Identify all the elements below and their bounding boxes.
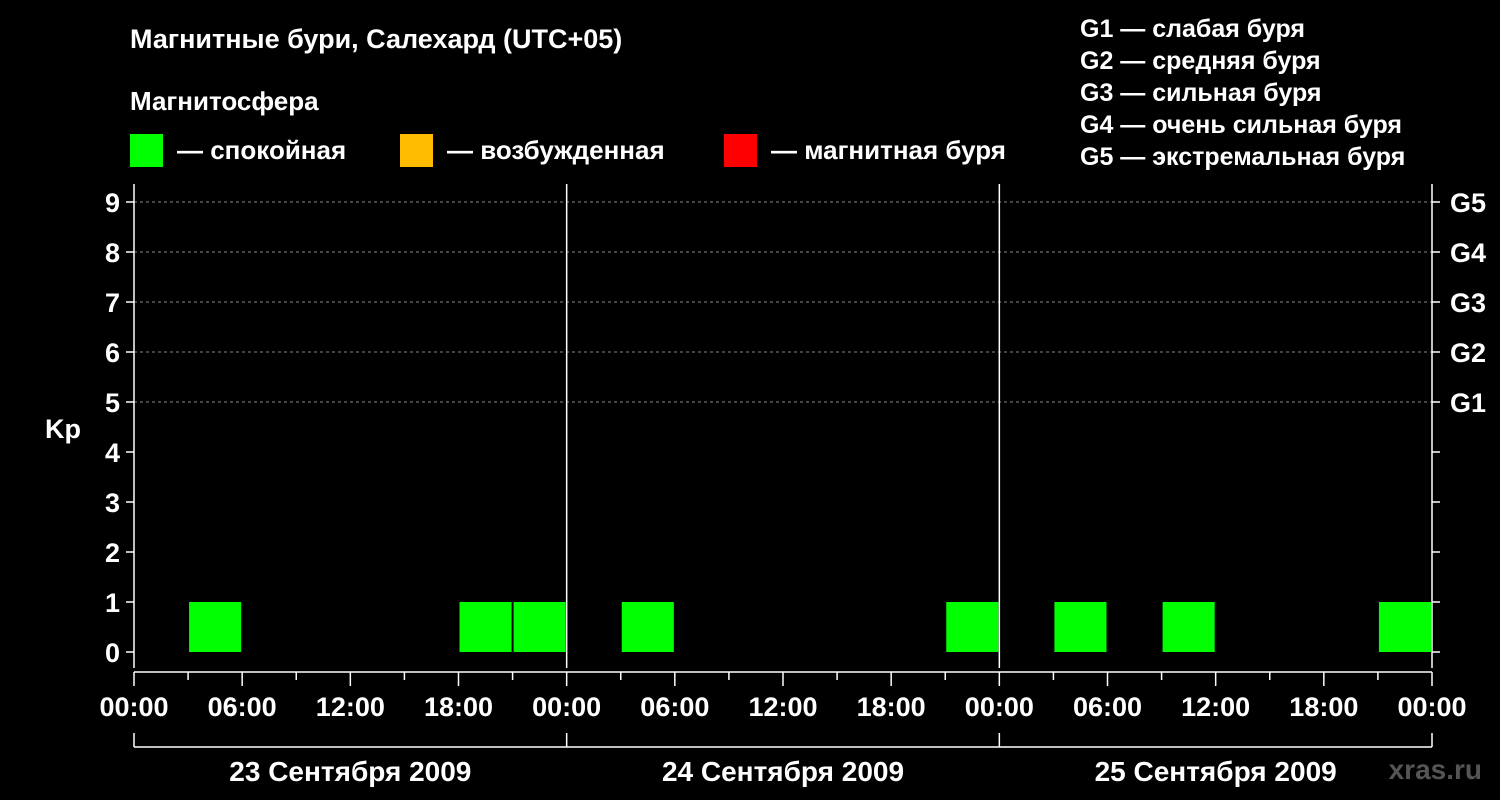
x-tick-label: 06:00	[208, 692, 277, 722]
kp-bar	[621, 602, 674, 652]
day-label: 24 Сентября 2009	[662, 756, 904, 787]
x-tick-label: 18:00	[857, 692, 926, 722]
x-tick-label: 00:00	[965, 692, 1034, 722]
x-tick-label: 00:00	[1397, 692, 1466, 722]
kp-bar	[1054, 602, 1107, 652]
kp-bar	[1162, 602, 1215, 652]
kp-bar	[513, 602, 566, 652]
y-tick-label: 3	[105, 488, 120, 518]
g-tick-label: G5	[1450, 188, 1486, 218]
x-tick-label: 06:00	[1073, 692, 1142, 722]
x-tick-label: 18:00	[1289, 692, 1358, 722]
x-tick-label: 12:00	[748, 692, 817, 722]
g-tick-label: G4	[1450, 238, 1486, 268]
x-tick-label: 06:00	[640, 692, 709, 722]
kp-bar	[1378, 602, 1431, 652]
y-tick-label: 8	[105, 238, 120, 268]
kp-bar	[459, 602, 512, 652]
kp-bar	[946, 602, 999, 652]
x-tick-label: 18:00	[424, 692, 493, 722]
y-tick-label: 6	[105, 338, 120, 368]
y-tick-label: 2	[105, 538, 120, 568]
kp-bar	[189, 602, 242, 652]
day-label: 23 Сентября 2009	[229, 756, 471, 787]
g-tick-label: G2	[1450, 338, 1486, 368]
y-tick-label: 1	[105, 588, 120, 618]
site-watermark: xras.ru	[1388, 754, 1482, 785]
g-tick-label: G3	[1450, 288, 1486, 318]
y-axis-label: Kp	[45, 414, 81, 444]
x-tick-label: 00:00	[99, 692, 168, 722]
y-tick-label: 4	[105, 438, 120, 468]
x-tick-label: 12:00	[1181, 692, 1250, 722]
g-tick-label: G1	[1450, 388, 1486, 418]
day-label: 25 Сентября 2009	[1095, 756, 1337, 787]
y-tick-label: 5	[105, 388, 120, 418]
y-tick-label: 0	[105, 638, 120, 668]
x-tick-label: 00:00	[532, 692, 601, 722]
y-tick-label: 7	[105, 288, 120, 318]
y-tick-label: 9	[105, 188, 120, 218]
kp-chart: 0 1 2 3 4 5 6 7 8 9 G1 G2 G3 G4 G5 Kp 00:00 06:00 12:00 18:…	[45, 184, 1486, 787]
x-tick-label: 12:00	[316, 692, 385, 722]
